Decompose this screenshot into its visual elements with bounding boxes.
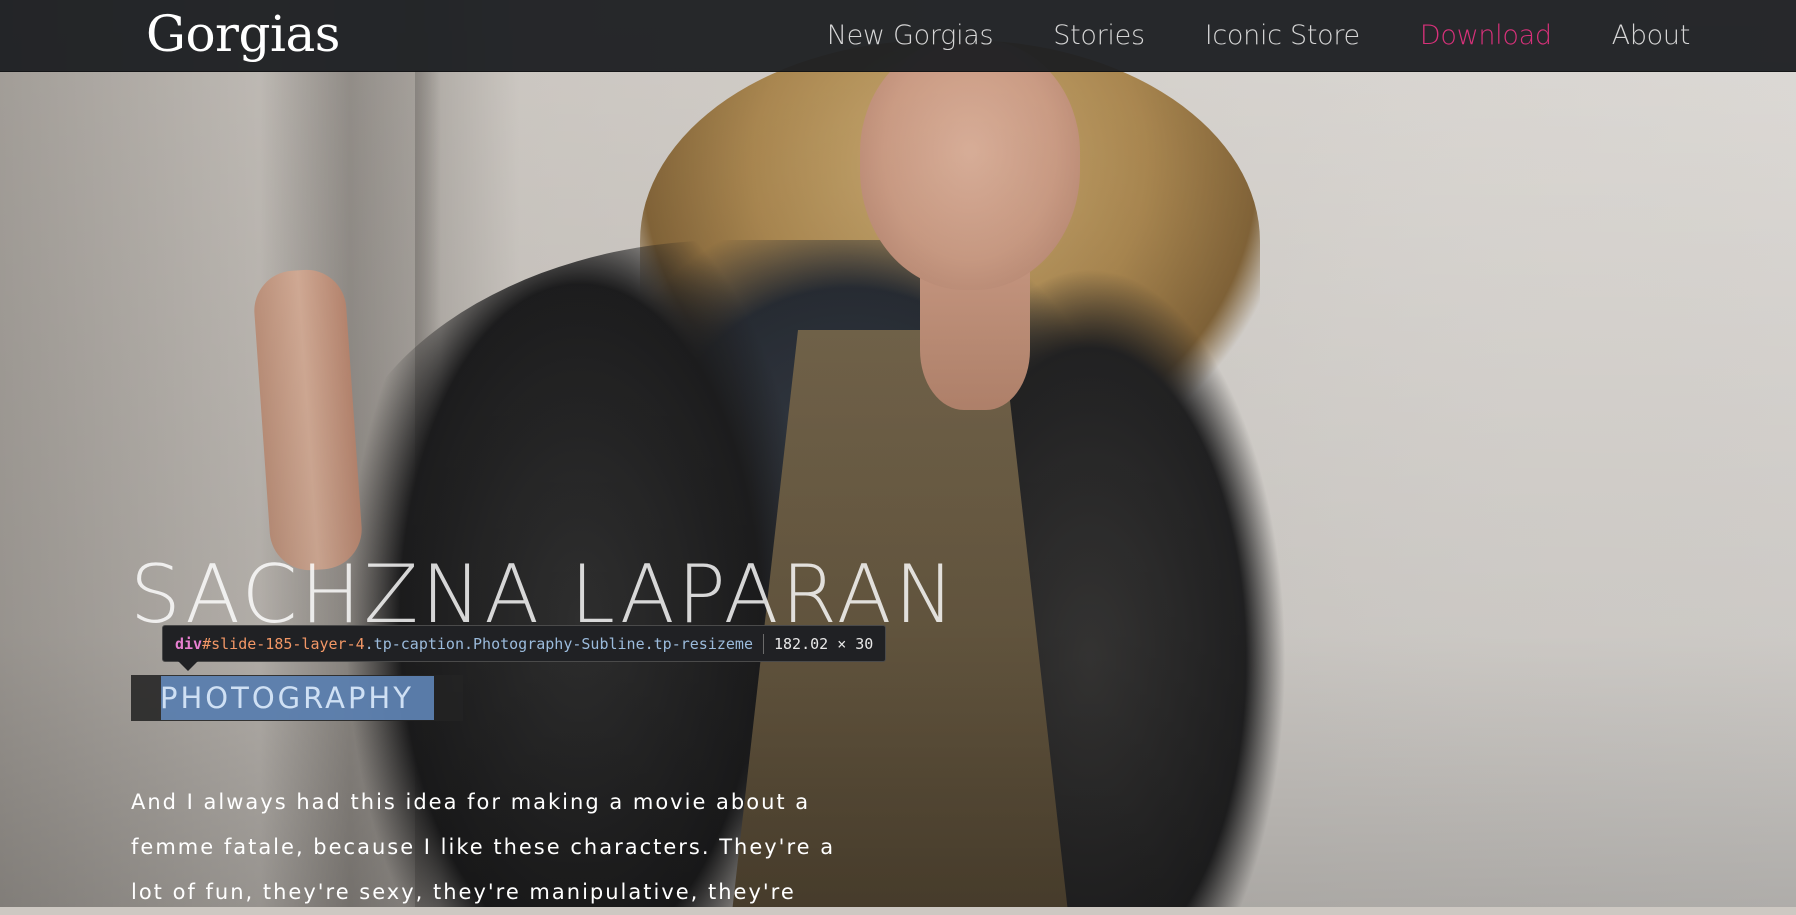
inspector-pointer-arrow bbox=[178, 661, 198, 671]
inspector-size: 182.02 × 30 bbox=[773, 634, 874, 653]
hero-body-text: And I always had this idea for making a … bbox=[131, 790, 836, 904]
hero-subline: PHOTOGRAPHY bbox=[160, 681, 414, 715]
nav-item-iconic-store[interactable]: Iconic Store bbox=[1205, 20, 1360, 51]
site-logo[interactable]: Gorgias bbox=[146, 2, 340, 66]
devtools-inspector-tooltip: div # slide-185-layer-4 .tp-caption.Photogr… bbox=[162, 625, 887, 671]
nav-item-download[interactable]: Download bbox=[1420, 20, 1552, 51]
nav-item-stories[interactable]: Stories bbox=[1053, 20, 1145, 51]
inspector-id: slide-185-layer-4 bbox=[211, 634, 365, 653]
inspector-tag: div bbox=[175, 634, 203, 653]
hero-background-photo bbox=[0, 0, 1796, 907]
inspector-hash: # bbox=[202, 634, 212, 653]
nav-item-about[interactable]: About bbox=[1612, 20, 1691, 51]
top-navbar: Gorgias New Gorgias Stories Iconic Store… bbox=[0, 0, 1796, 72]
inspector-divider bbox=[762, 633, 764, 654]
photo-overlay bbox=[0, 0, 1796, 907]
nav-item-new-gorgias[interactable]: New Gorgias bbox=[827, 20, 994, 51]
inspector-classes: .tp-caption.Photography-Subline.tp-resiz… bbox=[364, 634, 753, 653]
main-nav: New Gorgias Stories Iconic Store Downloa… bbox=[827, 0, 1691, 71]
